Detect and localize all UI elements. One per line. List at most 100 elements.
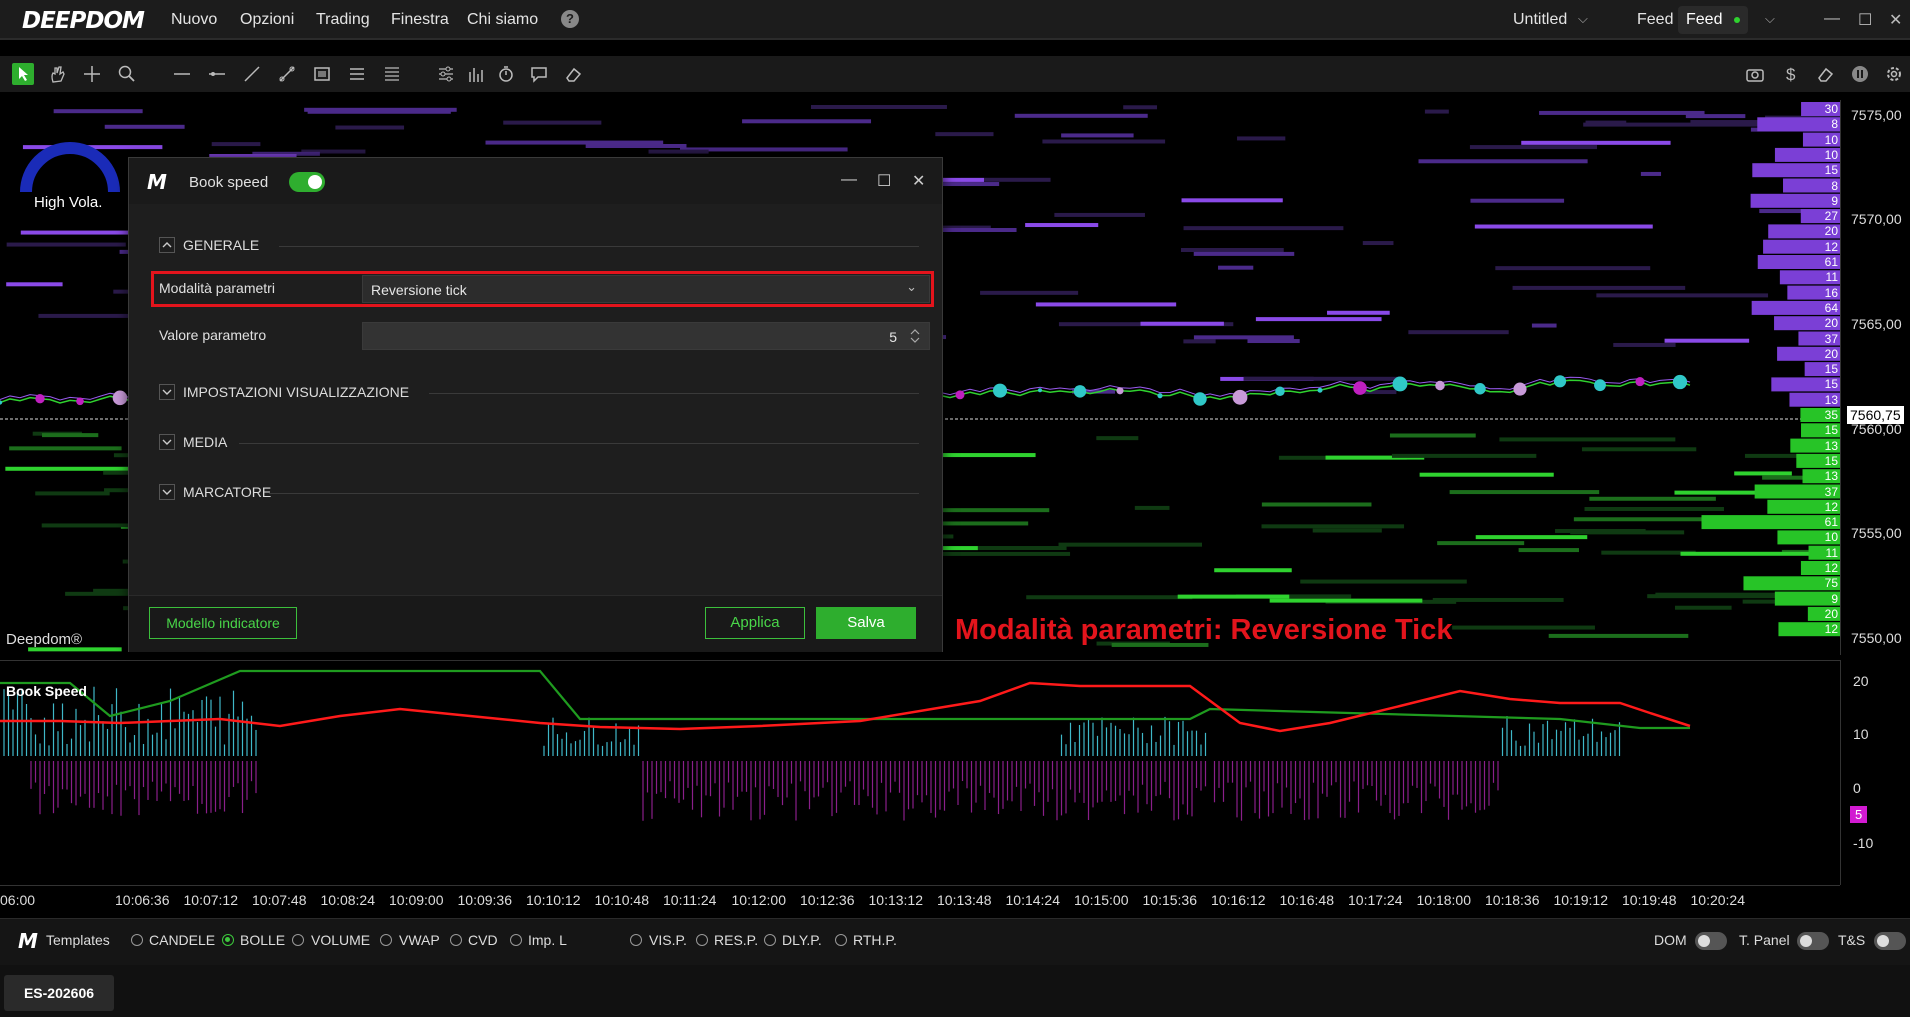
radio-label[interactable]: Imp. L [528, 932, 567, 948]
time-label: 10:17:24 [1348, 892, 1403, 908]
volume-profile-icon[interactable] [466, 64, 486, 84]
price-axis[interactable]: 7575,00 7570,00 7565,00 7560,00 7555,00 … [1840, 100, 1910, 655]
help-icon[interactable]: ? [561, 10, 579, 28]
fib-icon[interactable] [382, 64, 402, 84]
radio-label[interactable]: RTH.P. [853, 932, 897, 948]
heatmap-cell [335, 125, 405, 130]
chevron-down-icon[interactable] [159, 384, 175, 400]
workspace-select[interactable]: Untitled [1513, 11, 1567, 29]
heatmap-cell [1581, 447, 1697, 452]
minimize-icon[interactable]: — [1824, 10, 1840, 28]
horizontal-ray-icon[interactable] [207, 64, 227, 84]
save-button[interactable]: Salva [816, 607, 916, 639]
radio-volume[interactable] [292, 934, 304, 946]
radio-res-p[interactable] [696, 934, 708, 946]
svg-text:$: $ [1786, 65, 1796, 84]
book-count: 11 [1825, 270, 1838, 285]
menu-finestra[interactable]: Finestra [391, 11, 449, 29]
chevron-up-icon[interactable] [159, 237, 175, 253]
time-axis[interactable]: 06:00 10:06:36 10:07:12 10:07:48 10:08:24 10:… [0, 885, 1840, 912]
hand-icon[interactable] [47, 64, 67, 84]
rectangle-icon[interactable] [312, 64, 332, 84]
dialog-close-icon[interactable]: ✕ [912, 171, 925, 191]
model-indicator-button[interactable]: Modello indicatore [149, 607, 297, 639]
menu-trading[interactable]: Trading [316, 11, 370, 29]
heatmap-cell [1573, 517, 1710, 522]
menu-nuovo[interactable]: Nuovo [171, 11, 217, 29]
param-value-stepper[interactable]: 5 [362, 322, 930, 350]
section-marcatore[interactable]: MARCATORE [159, 482, 919, 504]
ts-toggle[interactable] [1874, 932, 1906, 950]
heatmap-cell [1452, 625, 1595, 630]
chevron-down-icon[interactable]: ⌵ [1578, 11, 1588, 27]
horizontal-line-icon[interactable] [172, 64, 192, 84]
section-media[interactable]: MEDIA [159, 432, 919, 454]
maximize-icon[interactable]: ☐ [1858, 10, 1872, 30]
stepper-arrows-icon[interactable] [909, 327, 921, 345]
heatmap-cell [1134, 505, 1170, 510]
t-panel-toggle[interactable] [1797, 932, 1829, 950]
time-label: 10:13:48 [937, 892, 992, 908]
radio-imp-l[interactable] [510, 934, 522, 946]
radio-label[interactable]: DLY.P. [782, 932, 822, 948]
heatmap-cell [1389, 433, 1476, 438]
crosshair-icon[interactable] [82, 64, 102, 84]
apply-button[interactable]: Applica [705, 607, 805, 639]
indicator-enabled-toggle[interactable] [289, 172, 325, 192]
radio-label[interactable]: RES.P. [714, 932, 758, 948]
symbol-tab[interactable]: ES-202606 [4, 975, 114, 1011]
menu-opzioni[interactable]: Opzioni [240, 11, 294, 29]
param-mode-select[interactable]: Reversione tick ⌄ [362, 275, 930, 303]
camera-icon[interactable] [1745, 64, 1765, 84]
book-speed-panel[interactable]: Book Speed [0, 660, 1840, 886]
radio-vis-p[interactable] [630, 934, 642, 946]
radio-cvd[interactable] [450, 934, 462, 946]
radio-label[interactable]: VWAP [399, 932, 440, 948]
dialog-minimize-icon[interactable]: — [841, 171, 857, 189]
oscillator-axis[interactable]: 20 10 0 -10 5 [1840, 660, 1910, 885]
settings-sliders-icon[interactable] [436, 64, 456, 84]
radio-candele[interactable] [131, 934, 143, 946]
menu-chi-siamo[interactable]: Chi siamo [467, 11, 538, 29]
pause-icon[interactable] [1850, 64, 1870, 84]
radio-rth-p[interactable] [835, 934, 847, 946]
radio-dly-p[interactable] [764, 934, 776, 946]
clear-icon[interactable] [1815, 64, 1835, 84]
zoom-icon[interactable] [117, 64, 137, 84]
timer-icon[interactable] [496, 64, 516, 84]
section-visualizzazione[interactable]: IMPOSTAZIONI VISUALIZZAZIONE [159, 382, 919, 404]
feed-chevron-icon[interactable]: ⌵ [1765, 11, 1775, 27]
heatmap-cell [1312, 528, 1382, 533]
chevron-down-icon[interactable] [159, 484, 175, 500]
dialog-maximize-icon[interactable]: ☐ [877, 171, 891, 191]
dom-toggle[interactable] [1695, 932, 1727, 950]
pointer-icon[interactable] [12, 63, 34, 85]
radio-bolle[interactable] [222, 934, 234, 946]
comment-icon[interactable] [529, 64, 549, 84]
ray-icon[interactable] [277, 64, 297, 84]
radio-label[interactable]: VIS.P. [649, 932, 687, 948]
gear-icon[interactable] [1884, 64, 1904, 84]
trend-line-icon[interactable] [242, 64, 262, 84]
radio-label[interactable]: VOLUME [311, 932, 370, 948]
eraser-icon[interactable] [563, 64, 583, 84]
levels-icon[interactable] [347, 64, 367, 84]
section-generale[interactable]: GENERALE [159, 235, 919, 257]
heatmap-cell [1499, 437, 1676, 442]
bubble-marker [1157, 393, 1163, 399]
heatmap-cell [1647, 594, 1779, 599]
dialog-titlebar[interactable]: M Book speed — ☐ ✕ [129, 158, 942, 204]
radio-label[interactable]: CANDELE [149, 932, 215, 948]
fast-line [0, 681, 1691, 733]
radio-label[interactable]: CVD [468, 932, 498, 948]
chevron-down-icon[interactable] [159, 434, 175, 450]
feed-status-text: Feed [1686, 11, 1723, 28]
book-count: 13 [1824, 469, 1838, 484]
radio-vwap[interactable] [380, 934, 392, 946]
book-count: 12 [1824, 239, 1838, 254]
close-icon[interactable]: ✕ [1889, 10, 1902, 30]
feed-status-badge[interactable]: Feed [1678, 6, 1748, 34]
dollar-icon[interactable]: $ [1781, 64, 1801, 84]
book-count: 16 [1824, 285, 1838, 300]
radio-label[interactable]: BOLLE [240, 932, 285, 948]
